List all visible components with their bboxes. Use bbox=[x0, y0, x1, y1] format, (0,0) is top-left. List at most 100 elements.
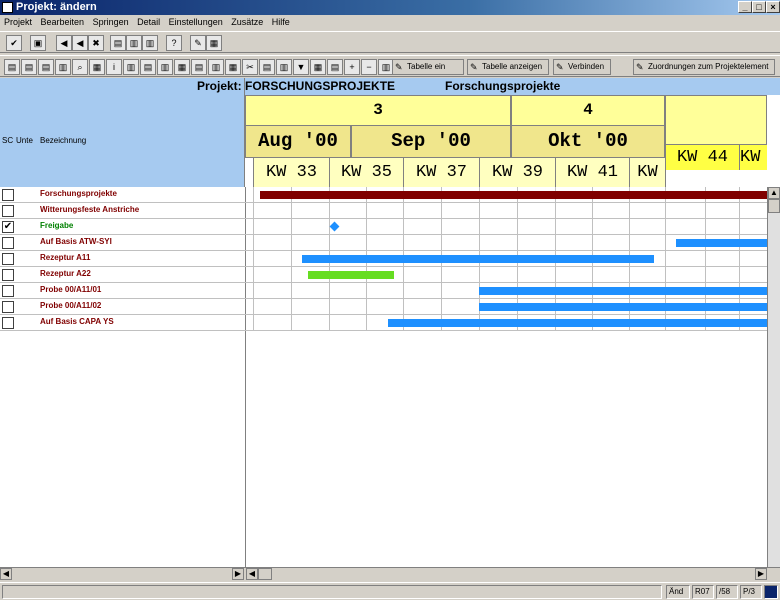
tool-icon-11[interactable]: ▦ bbox=[174, 59, 190, 75]
row-checkbox[interactable] bbox=[2, 253, 14, 265]
print-icon[interactable]: ▤ bbox=[110, 35, 126, 51]
summary-bar[interactable] bbox=[260, 191, 767, 199]
system-toolbar: ✔ ▣ ◀ ◀ ✖ ▤ ▥ ▥ ? ✎ ▦ bbox=[0, 31, 780, 53]
week-43: KW bbox=[629, 158, 665, 187]
tool-icon-16[interactable]: ▤ bbox=[259, 59, 275, 75]
sap-logo-icon bbox=[764, 585, 778, 599]
table-on-button[interactable]: Tabelle ein bbox=[392, 59, 464, 75]
tool-icon-14[interactable]: ▦ bbox=[225, 59, 241, 75]
critical-task-bar[interactable] bbox=[308, 271, 394, 279]
exit-icon[interactable]: ◀ bbox=[72, 35, 88, 51]
tool-icon-17[interactable]: ▥ bbox=[276, 59, 292, 75]
info-icon[interactable]: i bbox=[106, 59, 122, 75]
week-33: KW 33 bbox=[253, 158, 329, 187]
row-checkbox[interactable] bbox=[2, 189, 14, 201]
tool-icon-20[interactable]: ▤ bbox=[327, 59, 343, 75]
tool-icon-19[interactable]: ▦ bbox=[310, 59, 326, 75]
row-checkbox[interactable] bbox=[2, 285, 14, 297]
status-bar: Änd R07 /58 P/3 bbox=[0, 582, 780, 600]
menu-detail[interactable]: Detail bbox=[137, 15, 160, 30]
table-show-button[interactable]: Tabelle anzeigen bbox=[467, 59, 549, 75]
task-bar[interactable] bbox=[479, 287, 767, 295]
find-next-icon[interactable]: ▥ bbox=[142, 35, 158, 51]
status-row: R07 bbox=[692, 585, 714, 599]
horizontal-scrollbar[interactable]: ◀ ▶ ◀ ▶ bbox=[0, 567, 780, 580]
scissors-icon[interactable]: ✂ bbox=[242, 59, 258, 75]
row-checkbox[interactable]: ✔ bbox=[2, 221, 14, 233]
week-35: KW 35 bbox=[329, 158, 403, 187]
menu-projekt[interactable]: Projekt bbox=[4, 15, 32, 30]
window-title: Projekt: ändern bbox=[16, 1, 97, 13]
tool-icon-3[interactable]: ▤ bbox=[38, 59, 54, 75]
scroll-left-icon[interactable]: ◀ bbox=[246, 568, 258, 580]
scroll-right-icon[interactable]: ▶ bbox=[755, 568, 767, 580]
edit-icon[interactable]: ✎ bbox=[190, 35, 206, 51]
tool-icon-4[interactable]: ▥ bbox=[55, 59, 71, 75]
col-header-bezeichnung[interactable]: Bezeichnung bbox=[40, 136, 86, 145]
menu-bearbeiten[interactable]: Bearbeiten bbox=[41, 15, 85, 30]
tool-icon-2[interactable]: ▤ bbox=[21, 59, 37, 75]
help-icon[interactable]: ? bbox=[166, 35, 182, 51]
status-message bbox=[2, 585, 662, 599]
task-bar[interactable] bbox=[388, 319, 767, 327]
col-header-sc[interactable]: SC bbox=[2, 136, 13, 145]
menu-springen[interactable]: Springen bbox=[93, 15, 129, 30]
find-icon[interactable]: ▥ bbox=[126, 35, 142, 51]
task-bar[interactable] bbox=[676, 239, 767, 247]
connect-button[interactable]: Verbinden bbox=[553, 59, 611, 75]
tool-icon-8[interactable]: ▥ bbox=[123, 59, 139, 75]
row-label: Rezeptur A11 bbox=[40, 253, 91, 262]
task-bar[interactable] bbox=[302, 255, 654, 263]
tool-icon-9[interactable]: ▤ bbox=[140, 59, 156, 75]
menu-hilfe[interactable]: Hilfe bbox=[272, 15, 290, 30]
table-row[interactable]: Witterungsfeste Anstriche bbox=[0, 203, 768, 219]
row-checkbox[interactable] bbox=[2, 237, 14, 249]
status-mode: Änd bbox=[666, 585, 690, 599]
close-button[interactable]: × bbox=[766, 1, 780, 13]
menu-bar: Projekt Bearbeiten Springen Detail Einst… bbox=[0, 15, 780, 30]
menu-zusaetze[interactable]: Zusätze bbox=[231, 15, 263, 30]
zoom-in-icon[interactable]: + bbox=[344, 59, 360, 75]
month-okt: Okt '00 bbox=[511, 125, 665, 158]
minimize-button[interactable]: _ bbox=[738, 1, 752, 13]
tool-icon-10[interactable]: ▥ bbox=[157, 59, 173, 75]
scroll-thumb[interactable] bbox=[258, 568, 272, 580]
col-header-unte[interactable]: Unte bbox=[16, 136, 33, 145]
layout-icon[interactable]: ▦ bbox=[206, 35, 222, 51]
project-title-bar: Projekt: FORSCHUNGSPROJEKTE Forschungspr… bbox=[197, 78, 780, 95]
vertical-scrollbar[interactable]: ▲ ▼ bbox=[767, 187, 780, 580]
tool-icon-6[interactable]: ▦ bbox=[89, 59, 105, 75]
application-toolbar: ▤ ▤ ▤ ▥ ⌕ ▦ i ▥ ▤ ▥ ▦ ▤ ▥ ▦ ✂ ▤ ▥ ▼ ▦ ▤ … bbox=[0, 55, 780, 77]
save-icon[interactable]: ▣ bbox=[30, 35, 46, 51]
scroll-thumb[interactable] bbox=[768, 199, 780, 213]
task-bar[interactable] bbox=[479, 303, 767, 311]
week-44: KW 44 bbox=[665, 144, 739, 170]
project-description: Forschungsprojekte bbox=[445, 79, 561, 93]
row-checkbox[interactable] bbox=[2, 269, 14, 281]
scroll-up-icon[interactable]: ▲ bbox=[768, 187, 780, 199]
tool-icon-1[interactable]: ▤ bbox=[4, 59, 20, 75]
scroll-left-icon[interactable]: ◀ bbox=[0, 568, 12, 580]
row-checkbox[interactable] bbox=[2, 317, 14, 329]
row-label: Auf Basis ATW-SYI bbox=[40, 237, 112, 246]
menu-einstellungen[interactable]: Einstellungen bbox=[169, 15, 223, 30]
maximize-button[interactable]: □ bbox=[752, 1, 766, 13]
cancel-icon[interactable]: ✖ bbox=[88, 35, 104, 51]
back-icon[interactable]: ◀ bbox=[56, 35, 72, 51]
assign-button[interactable]: Zuordnungen zum Projektelement bbox=[633, 59, 775, 75]
title-bar: Projekt: ändern _ □ × bbox=[0, 0, 780, 15]
scroll-right-icon[interactable]: ▶ bbox=[232, 568, 244, 580]
row-checkbox[interactable] bbox=[2, 301, 14, 313]
row-checkbox[interactable] bbox=[2, 205, 14, 217]
table-row[interactable]: ✔ Freigabe bbox=[0, 219, 768, 235]
filter-icon[interactable]: ▼ bbox=[293, 59, 309, 75]
check-icon[interactable]: ✔ bbox=[6, 35, 22, 51]
tool-icon-13[interactable]: ▥ bbox=[208, 59, 224, 75]
app-icon bbox=[2, 2, 13, 13]
table-row[interactable]: Auf Basis ATW-SYI bbox=[0, 235, 768, 251]
tool-icon-12[interactable]: ▤ bbox=[191, 59, 207, 75]
week-46: KW bbox=[739, 144, 767, 170]
zoom-icon[interactable]: ⌕ bbox=[72, 59, 88, 75]
zoom-out-icon[interactable]: − bbox=[361, 59, 377, 75]
row-label: Freigabe bbox=[40, 221, 74, 230]
